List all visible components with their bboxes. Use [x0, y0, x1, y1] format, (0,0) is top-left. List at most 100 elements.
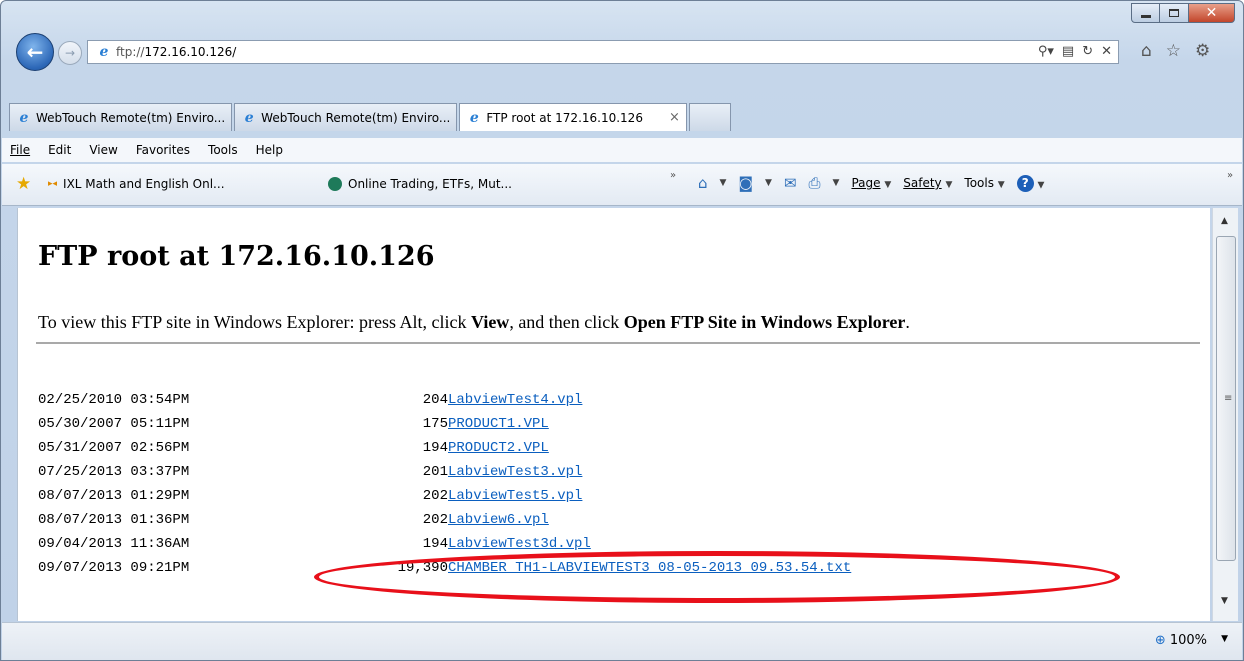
- gear-icon[interactable]: ⚙: [1195, 41, 1210, 61]
- safety-menu[interactable]: Safety ▼: [903, 176, 952, 190]
- tab-ftp-root[interactable]: e FTP root at 172.16.10.126 ×: [459, 103, 687, 131]
- caption-buttons: ✕: [1131, 3, 1235, 23]
- chevron-down-icon[interactable]: ▼: [765, 178, 772, 188]
- home-icon[interactable]: ⌂: [1141, 41, 1152, 61]
- file-size: 204: [422, 392, 448, 408]
- intro-part: To view this FTP site in Windows Explore…: [38, 312, 471, 332]
- menu-label: Help: [255, 143, 283, 157]
- help-icon: ?: [1016, 174, 1034, 192]
- back-arrow-icon: ←: [26, 40, 44, 64]
- address-host: 172.16.10.126/: [144, 45, 237, 59]
- forward-button[interactable]: →: [58, 41, 82, 65]
- file-link[interactable]: Labview6.vpl: [448, 508, 549, 532]
- browser-tool-icons: ⌂ ☆ ⚙: [1141, 41, 1210, 61]
- feeds-icon[interactable]: ◙: [738, 174, 753, 192]
- minimize-button[interactable]: [1131, 3, 1160, 23]
- menu-file[interactable]: File: [10, 143, 30, 157]
- file-date: 08/07/2013 01:36PM: [38, 512, 190, 528]
- file-size: 202: [422, 512, 448, 528]
- ftp-listing: 02/25/2010 03:54PM 204 LabviewTest4.vpl 05…: [38, 388, 1038, 580]
- intro-text: To view this FTP site in Windows Explore…: [38, 312, 910, 333]
- file-size: 202: [422, 488, 448, 504]
- favorite-label: Online Trading, ETFs, Mut...: [348, 177, 512, 191]
- ie-page-icon: e: [99, 44, 109, 60]
- listing-row: 08/07/2013 01:36PM 202 Labview6.vpl: [38, 508, 1038, 532]
- tab-label: WebTouch Remote(tm) Enviro...: [261, 110, 451, 125]
- trading-icon: [328, 177, 342, 191]
- tab-label: FTP root at 172.16.10.126: [486, 110, 643, 125]
- file-size: 175: [422, 416, 448, 432]
- intro-open-bold: Open FTP Site in Windows Explorer: [623, 312, 906, 332]
- tab-webtouch-1[interactable]: e WebTouch Remote(tm) Enviro...: [9, 103, 233, 131]
- chevron-down-icon[interactable]: ▼: [833, 178, 840, 188]
- tab-webtouch-2[interactable]: e WebTouch Remote(tm) Enviro...: [234, 103, 458, 131]
- chevron-right-icon[interactable]: »: [670, 170, 676, 181]
- safety-menu-label: Safety: [903, 176, 942, 190]
- menu-view[interactable]: View: [89, 143, 117, 157]
- menu-favorites[interactable]: Favorites: [136, 143, 190, 157]
- red-highlight-ellipse: [314, 551, 1120, 603]
- chevron-down-icon[interactable]: ▼: [720, 178, 727, 188]
- favorite-label: IXL Math and English Onl...: [63, 177, 225, 191]
- back-button[interactable]: ←: [16, 33, 54, 71]
- refresh-icon[interactable]: ↻: [1082, 44, 1093, 59]
- tools-menu[interactable]: Tools ▼: [964, 176, 1004, 190]
- favorite-online-trading[interactable]: Online Trading, ETFs, Mut...: [328, 177, 512, 191]
- grip-icon: ≡: [1224, 393, 1233, 404]
- close-button[interactable]: ✕: [1189, 3, 1235, 23]
- favorites-star-icon[interactable]: ★: [16, 174, 31, 194]
- menu-tools[interactable]: Tools: [208, 143, 238, 157]
- file-link[interactable]: PRODUCT2.VPL: [448, 436, 549, 460]
- minimize-icon: [1140, 14, 1151, 18]
- favorite-ixl[interactable]: ▸◂ IXL Math and English Onl...: [48, 177, 225, 191]
- home-icon[interactable]: ⌂: [698, 174, 708, 192]
- listing-row: 07/25/2013 03:37PM 201 LabviewTest3.vpl: [38, 460, 1038, 484]
- scroll-down-icon[interactable]: ▼: [1221, 596, 1228, 606]
- file-link[interactable]: PRODUCT1.VPL: [448, 412, 549, 436]
- menu-edit[interactable]: Edit: [48, 143, 71, 157]
- favorites-star-icon[interactable]: ☆: [1166, 41, 1181, 61]
- page-content: FTP root at 172.16.10.126 To view this F…: [17, 208, 1210, 621]
- file-date: 02/25/2010 03:54PM: [38, 392, 190, 408]
- address-tools: ⚲▾ ▤ ↻ ✕: [1038, 44, 1112, 59]
- new-tab-button[interactable]: [688, 103, 731, 131]
- maximize-button[interactable]: [1160, 3, 1189, 23]
- address-text[interactable]: ftp://172.16.10.126/: [116, 45, 236, 59]
- compatibility-icon[interactable]: ▤: [1062, 44, 1074, 59]
- address-bar[interactable]: e ftp://172.16.10.126/ ⚲▾ ▤ ↻ ✕: [87, 40, 1119, 64]
- help-menu[interactable]: ? ▼: [1016, 174, 1044, 192]
- menu-label: View: [89, 143, 118, 157]
- tab-close-icon[interactable]: ×: [669, 110, 680, 125]
- file-link[interactable]: LabviewTest3.vpl: [448, 460, 582, 484]
- status-bar: ⊕ 100% ▼: [2, 622, 1242, 660]
- ie-tab-icon: e: [469, 109, 479, 126]
- file-date: 08/07/2013 01:29PM: [38, 488, 190, 504]
- page-menu[interactable]: Page ▼: [851, 176, 891, 190]
- chevron-down-icon[interactable]: ▼: [1221, 634, 1228, 644]
- intro-part: , and then click: [509, 312, 624, 332]
- vertical-scrollbar[interactable]: ▲ ≡ ▼: [1212, 208, 1238, 621]
- browser-window: ✕ ← → e ftp://172.16.10.126/ ⚲▾ ▤ ↻ ✕ ⌂ …: [0, 0, 1244, 661]
- tab-label: WebTouch Remote(tm) Enviro...: [36, 110, 226, 125]
- file-size: 194: [422, 440, 448, 456]
- page-menu-label: Page: [851, 176, 881, 190]
- chevron-right-icon[interactable]: »: [1227, 170, 1233, 181]
- scroll-up-icon[interactable]: ▲: [1221, 216, 1228, 226]
- print-icon[interactable]: ⎙: [809, 174, 821, 192]
- horizontal-rule: [36, 342, 1200, 344]
- zoom-control[interactable]: ⊕ 100%: [1155, 633, 1207, 648]
- file-link[interactable]: LabviewTest5.vpl: [448, 484, 582, 508]
- file-link[interactable]: LabviewTest4.vpl: [448, 388, 582, 412]
- listing-row: 08/07/2013 01:29PM 202 LabviewTest5.vpl: [38, 484, 1038, 508]
- stop-icon[interactable]: ✕: [1101, 44, 1112, 59]
- scrollbar-thumb[interactable]: ≡: [1216, 236, 1236, 561]
- menu-label: Edit: [48, 143, 72, 157]
- close-icon: ✕: [1205, 5, 1218, 21]
- file-date: 09/07/2013 09:21PM: [38, 560, 190, 576]
- search-icon[interactable]: ⚲▾: [1038, 44, 1054, 59]
- favorites-bar: ★ ▸◂ IXL Math and English Onl... Online …: [2, 164, 1242, 206]
- menu-help[interactable]: Help: [256, 143, 283, 157]
- tools-menu-label: Tools: [964, 176, 994, 190]
- mail-icon[interactable]: ✉: [784, 174, 797, 192]
- listing-row: 09/04/2013 11:36AM 194 LabviewTest3d.vpl: [38, 532, 1038, 556]
